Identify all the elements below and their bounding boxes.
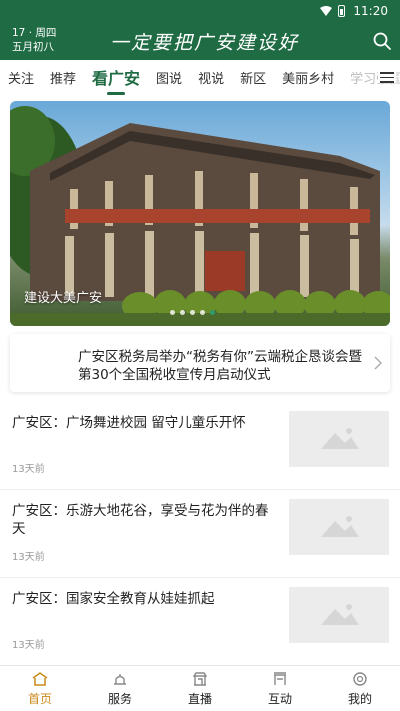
news-item[interactable]: 广安区：乐游大地花谷，享受与花为伴的春天 13天前	[0, 490, 400, 578]
date-line-1: 17 · 周四	[12, 27, 57, 39]
banner-pagination	[170, 310, 220, 315]
channel-tabs: 关注 推荐 看广安 图说 视说 新区 美丽乡村 学习强国	[0, 60, 400, 94]
slogan-calligraphy: 一定要把广安建设好	[110, 32, 300, 54]
banner-dot[interactable]	[200, 310, 205, 315]
tab-video[interactable]: 视说	[198, 68, 224, 87]
tab-guangan[interactable]: 看广安	[92, 65, 140, 89]
wifi-icon	[320, 6, 333, 16]
tab-follow[interactable]: 关注	[8, 68, 34, 87]
tab-menu-icon[interactable]	[378, 69, 396, 83]
bottom-navigation: 首页 服务 直播 互动 我的	[0, 665, 400, 711]
live-icon	[192, 672, 208, 686]
battery-icon	[338, 5, 346, 17]
home-icon	[32, 672, 48, 686]
banner-dot-active[interactable]	[210, 310, 215, 315]
banner-caption: 建设大美广安	[24, 291, 103, 306]
tab-countryside[interactable]: 美丽乡村	[282, 68, 334, 87]
nav-service-label: 服务	[107, 692, 132, 706]
nav-live-label: 直播	[187, 692, 212, 706]
date-block: 17 · 周四 五月初八	[12, 26, 56, 54]
banner-dot[interactable]	[170, 310, 175, 315]
headline-card[interactable]: 广安区税务局举办“税务有你”云端税企恳谈会暨第30个全国税收宣传月启动仪式	[10, 334, 390, 392]
status-time: 11:20	[353, 4, 388, 18]
news-title: 广安区：广场舞进校园 留守儿童乐开怀	[12, 415, 246, 431]
news-item[interactable]: 广安区：广场舞进校园 留守儿童乐开怀 13天前	[0, 402, 400, 490]
nav-profile-label: 我的	[347, 692, 372, 706]
status-bar: 11:20	[0, 0, 400, 22]
image-placeholder-icon	[321, 516, 359, 537]
news-thumbnail	[289, 411, 389, 467]
interact-icon	[274, 672, 286, 685]
nav-profile[interactable]: 我的	[320, 666, 400, 711]
image-placeholder-icon	[321, 428, 359, 449]
profile-icon	[353, 672, 367, 686]
chevron-right-icon	[374, 356, 382, 370]
news-item[interactable]: 广安区：国家安全教育从娃娃抓起 13天前	[0, 578, 400, 666]
banner-carousel[interactable]: 建设大美广安	[10, 101, 390, 326]
search-icon[interactable]	[372, 31, 392, 51]
nav-interact[interactable]: 互动	[240, 666, 320, 711]
nav-live[interactable]: 直播	[160, 666, 240, 711]
news-time: 13天前	[12, 464, 45, 475]
news-time: 13天前	[12, 640, 45, 651]
news-thumbnail	[289, 587, 389, 643]
date-line-2: 五月初八	[12, 41, 54, 53]
news-title: 广安区：乐游大地花谷，享受与花为伴的春天	[12, 503, 269, 537]
nav-home[interactable]: 首页	[0, 666, 80, 711]
banner-dot[interactable]	[190, 310, 195, 315]
app-header: 17 · 周四 五月初八 一定要把广安建设好	[0, 22, 400, 60]
headline-text: 广安区税务局举办“税务有你”云端税企恳谈会暨第30个全国税收宣传月启动仪式	[78, 349, 362, 383]
news-time: 13天前	[12, 552, 45, 563]
tab-newdistrict[interactable]: 新区	[240, 68, 266, 87]
tab-picture[interactable]: 图说	[156, 68, 182, 87]
news-thumbnail	[289, 499, 389, 555]
service-icon	[114, 674, 126, 685]
nav-home-label: 首页	[27, 692, 52, 706]
news-title: 广安区：国家安全教育从娃娃抓起	[12, 591, 215, 607]
nav-service[interactable]: 服务	[80, 666, 160, 711]
tab-recommend[interactable]: 推荐	[50, 68, 76, 87]
image-placeholder-icon	[321, 604, 359, 625]
banner-dot[interactable]	[180, 310, 185, 315]
nav-interact-label: 互动	[267, 692, 292, 706]
